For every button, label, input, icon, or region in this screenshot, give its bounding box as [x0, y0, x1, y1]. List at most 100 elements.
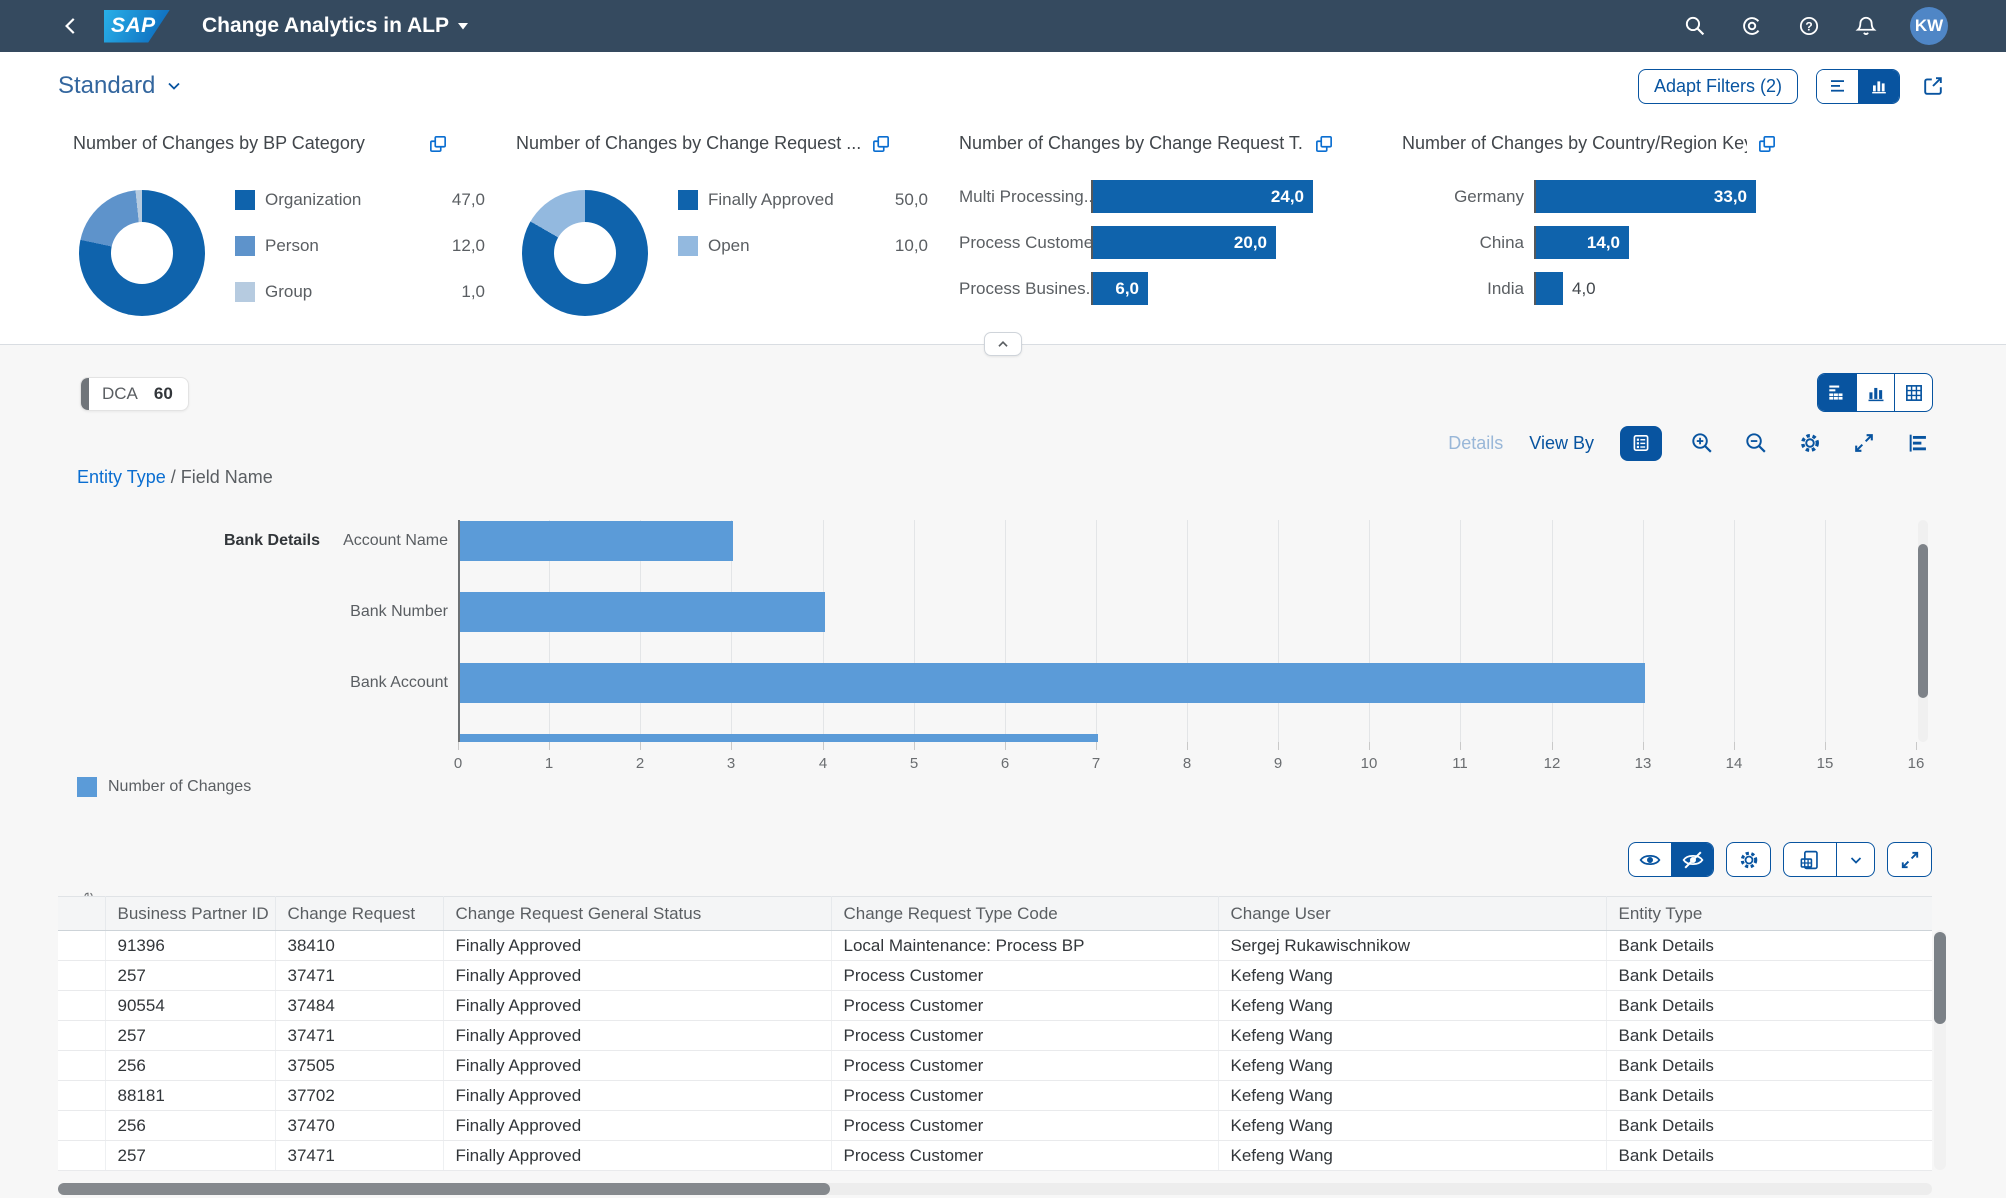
search-button[interactable] [1682, 13, 1708, 39]
legend-toggle-button[interactable] [1620, 425, 1662, 461]
notifications-button[interactable] [1853, 13, 1879, 39]
bar[interactable] [460, 521, 733, 561]
chart-settings-button[interactable] [1796, 429, 1824, 457]
share-button[interactable] [1918, 71, 1948, 101]
row-select-cell[interactable] [58, 930, 106, 961]
kpi-bar-row: India 4,0 [1402, 272, 1774, 305]
table-only-view-button[interactable] [1894, 374, 1932, 411]
kpi-bar-chart: Germany 33,0 China 14,0 India 4,0 [1402, 180, 1774, 305]
row-select-cell[interactable] [58, 1020, 106, 1051]
breadcrumb-link[interactable]: Entity Type [77, 467, 166, 487]
gridline [1005, 520, 1006, 742]
axis-tick [1825, 742, 1826, 750]
legend-item: Person 12,0 [235, 235, 485, 257]
export-split-button [1783, 842, 1875, 877]
bar-partial[interactable] [460, 734, 1098, 742]
kpi-card-change-request-type[interactable]: Number of Changes by Change Request T...… [959, 130, 1379, 335]
row-select-cell[interactable] [58, 1140, 106, 1171]
chart-fullscreen-button[interactable] [1850, 429, 1878, 457]
kpi-card-country-region[interactable]: Number of Changes by Country/Region Key … [1402, 130, 1822, 335]
variant-selector[interactable]: Standard [58, 72, 183, 100]
table-row[interactable]: 257 37471 Finally Approved Process Customer… [58, 1140, 1932, 1171]
help-button[interactable]: ? [1796, 13, 1822, 39]
kpi-title: Number of Changes by BP Category [73, 133, 365, 153]
column-header[interactable]: Change Request General Status [443, 896, 832, 931]
sap-logo-text: SAP [111, 14, 156, 37]
donut-chart[interactable] [522, 190, 648, 316]
avatar[interactable]: KW [1910, 7, 1948, 45]
kpi-card-change-request-status[interactable]: Number of Changes by Change Request ... … [516, 130, 936, 335]
copy-icon[interactable] [1754, 131, 1780, 157]
kpi-card-bp-category[interactable]: Number of Changes by BP Category Organiz… [73, 130, 493, 335]
axis-tick [1916, 742, 1917, 750]
adapt-filters-button[interactable]: Adapt Filters (2) [1637, 68, 1798, 104]
chart-type-button[interactable] [1904, 429, 1932, 457]
table-cell: Bank Details [1606, 1110, 1932, 1141]
bar[interactable]: 20,0 [1093, 226, 1276, 259]
copy-icon[interactable] [1311, 131, 1337, 157]
table-row[interactable]: 257 37471 Finally Approved Process Customer… [58, 1020, 1932, 1051]
details-visibility-segmented [1628, 842, 1714, 877]
table-row[interactable]: 90554 37484 Finally Approved Process Custom… [58, 990, 1932, 1021]
chart-only-view-button[interactable] [1856, 374, 1894, 411]
fullscreen-icon [1855, 434, 1873, 452]
select-all-column-header[interactable] [58, 896, 106, 931]
table-fullscreen-button[interactable] [1887, 842, 1932, 877]
table-row[interactable]: 88181 37702 Finally Approved Process Custom… [58, 1080, 1932, 1111]
gridline [1825, 520, 1826, 742]
table-row[interactable]: 91396 38410 Finally Approved Local Maintena… [58, 930, 1932, 961]
table-settings-button[interactable] [1726, 842, 1771, 877]
donut-chart[interactable] [79, 190, 205, 316]
x-axis-label: 15 [1816, 755, 1834, 772]
app-title[interactable]: Change Analytics in ALP [202, 14, 468, 38]
table-row[interactable]: 257 37471 Finally Approved Process Customer… [58, 960, 1932, 991]
view-by-button[interactable]: View By [1529, 433, 1594, 454]
chart-toolbar: Details View By [1448, 425, 1932, 461]
zoom-in-button[interactable] [1688, 429, 1716, 457]
table-cell: Process Customer [831, 1080, 1219, 1111]
hide-details-button[interactable] [1671, 843, 1713, 876]
table-vertical-scrollbar-thumb[interactable] [1934, 932, 1946, 1024]
kpi-view-button[interactable] [1858, 69, 1899, 103]
gridline [1187, 520, 1188, 742]
back-button[interactable] [58, 13, 84, 39]
row-select-cell[interactable] [58, 960, 106, 991]
filterbar-view-button[interactable] [1817, 69, 1858, 103]
copilot-button[interactable] [1739, 13, 1765, 39]
kpi-bar-track: 24,0 [1091, 180, 1331, 213]
chart-scrollbar-thumb[interactable] [1918, 544, 1928, 698]
bar[interactable]: 14,0 [1536, 226, 1629, 259]
row-select-cell[interactable] [58, 1080, 106, 1111]
dca-filter-chip[interactable]: DCA 60 [80, 377, 189, 411]
copy-icon[interactable] [425, 131, 451, 157]
bar[interactable]: 33,0 [1536, 180, 1756, 213]
column-header[interactable]: Change User [1218, 896, 1607, 931]
table-row[interactable]: 256 37505 Finally Approved Process Customer… [58, 1050, 1932, 1081]
hybrid-view-button[interactable] [1818, 374, 1856, 411]
bar[interactable]: 6,0 [1093, 272, 1148, 305]
column-header[interactable]: Business Partner ID [105, 896, 276, 931]
table-horizontal-scrollbar-thumb[interactable] [58, 1183, 830, 1195]
column-header[interactable]: Change Request Type Code [831, 896, 1219, 931]
kpi-bar-chart: Multi Processing... 24,0 Process Customer 2… [959, 180, 1331, 305]
row-select-cell[interactable] [58, 1110, 106, 1141]
row-select-cell[interactable] [58, 1050, 106, 1081]
export-button[interactable] [1784, 843, 1836, 876]
row-select-cell[interactable] [58, 990, 106, 1021]
sap-logo[interactable]: SAP [104, 9, 170, 43]
table-row[interactable]: 256 37470 Finally Approved Process Customer… [58, 1110, 1932, 1141]
column-header[interactable]: Change Request [275, 896, 444, 931]
export-menu-button[interactable] [1836, 843, 1874, 876]
copy-icon[interactable] [868, 131, 894, 157]
show-details-button[interactable] [1629, 843, 1671, 876]
bar[interactable] [1536, 272, 1563, 305]
column-header[interactable]: Entity Type [1606, 896, 1932, 931]
zoom-out-button[interactable] [1742, 429, 1770, 457]
gridline [1552, 520, 1553, 742]
bar[interactable] [460, 663, 1645, 703]
kpi-bar-row: Process Busines... 6,0 [959, 272, 1331, 305]
bar[interactable] [460, 592, 825, 632]
bar[interactable]: 24,0 [1093, 180, 1313, 213]
collapse-header-button[interactable] [984, 332, 1022, 356]
chevron-up-icon [998, 341, 1008, 347]
